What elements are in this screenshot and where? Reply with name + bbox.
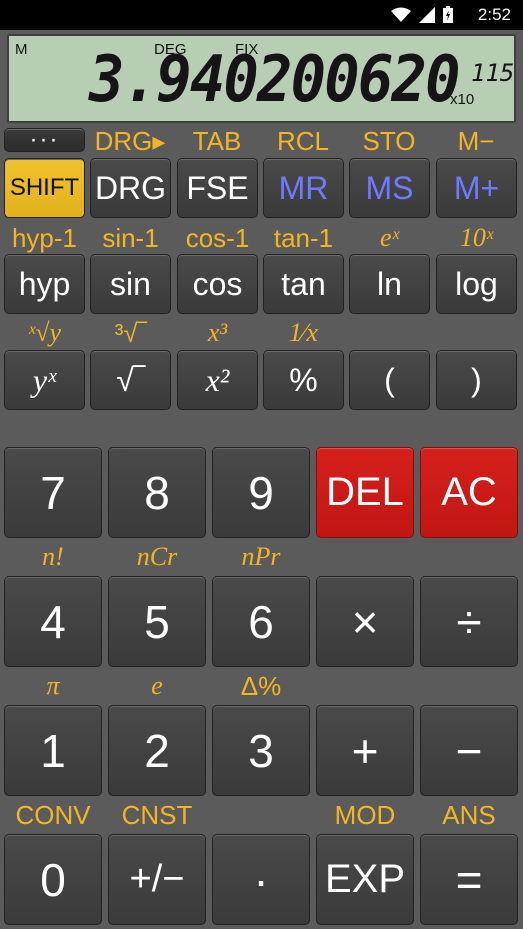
label-pi: π [46,671,60,700]
hyp-button[interactable]: hyp [4,254,85,314]
digit-7-button[interactable]: 7 [4,447,102,538]
digit-2-button[interactable]: 2 [108,705,206,796]
label-factorial: n! [42,542,64,571]
digit-3-button[interactable]: 3 [212,705,310,796]
lcd-display: M DEG FIX 3.940200620 115 x10 [7,34,516,123]
label-drg-arrow: DRG▸ [94,126,166,156]
label-cube-root: ³√‾ [114,318,147,348]
digit-9-button[interactable]: 9 [212,447,310,538]
ln-button[interactable]: ln [349,254,430,314]
minus-button[interactable]: − [420,705,518,796]
battery-icon [443,6,453,28]
display-exponent: 115 [471,59,515,87]
all-clear-button[interactable]: AC [420,447,518,538]
log-button[interactable]: log [436,254,517,314]
memory-recall-button[interactable]: MR [263,158,344,218]
equals-button[interactable]: = [420,834,518,925]
divide-button[interactable]: ÷ [420,576,518,667]
label-x-cubed: x³ [207,318,228,347]
digit-4-button[interactable]: 4 [4,576,102,667]
drg-button[interactable]: DRG [90,158,171,218]
menu-button[interactable]: ··· [4,126,85,153]
delete-button[interactable]: DEL [316,447,414,538]
percent-button[interactable]: % [263,350,344,410]
label-rcl: RCL [276,126,329,156]
sign-toggle-button[interactable]: +/− [108,834,206,925]
sin-button[interactable]: sin [90,254,171,314]
memory-store-button[interactable]: MS [349,158,430,218]
open-paren-button[interactable]: ( [349,350,430,410]
signal-icon [419,6,435,28]
label-conv: CONV [15,800,91,830]
display-value: 3.940200620 [89,43,461,117]
power-button[interactable]: yˣ [4,350,85,410]
label-ten-power: 10ˣ [459,223,494,252]
clock: 2:52 [477,5,511,24]
fse-button[interactable]: FSE [177,158,258,218]
sqrt-button[interactable]: √‾ [90,350,171,410]
dots-icon: ··· [29,126,60,153]
memory-indicator: M [15,41,28,58]
digit-1-button[interactable]: 1 [4,705,102,796]
digit-5-button[interactable]: 5 [108,576,206,667]
status-bar: 2:52 [0,0,523,30]
multiply-button[interactable]: × [316,576,414,667]
label-exp-e: eˣ [380,223,399,252]
label-delta-percent: Δ% [240,671,282,701]
label-e: e [151,671,163,700]
digit-8-button[interactable]: 8 [108,447,206,538]
label-sto: STO [362,126,416,156]
label-atan: tan-1 [273,223,334,253]
wifi-icon [391,7,411,28]
label-tab: TAB [192,126,242,156]
cos-button[interactable]: cos [177,254,258,314]
label-ans: ANS [442,800,496,830]
exp-button[interactable]: EXP [316,834,414,925]
plus-button[interactable]: + [316,705,414,796]
label-npr: nPr [241,542,281,571]
label-cnst: CNST [121,800,193,830]
digit-0-button[interactable]: 0 [4,834,102,925]
tan-button[interactable]: tan [263,254,344,314]
shift-button[interactable]: SHIFT [4,158,85,218]
display-x10: x10 [450,91,475,108]
label-reciprocal: 1⁄x [289,318,318,347]
close-paren-button[interactable]: ) [436,350,517,410]
decimal-point-button[interactable]: · [212,834,310,925]
label-hyp-inverse: hyp-1 [11,223,78,253]
square-button[interactable]: x² [177,350,258,410]
label-ncr: nCr [136,542,178,571]
digit-6-button[interactable]: 6 [212,576,310,667]
label-mod: MOD [334,800,396,830]
label-xroot-y: ˣ√y [27,318,62,347]
label-acos: cos-1 [185,223,250,253]
memory-add-button[interactable]: M+ [436,158,517,218]
label-m-minus: M− [457,126,495,156]
status-icons [391,6,453,28]
label-asin: sin-1 [102,223,159,253]
